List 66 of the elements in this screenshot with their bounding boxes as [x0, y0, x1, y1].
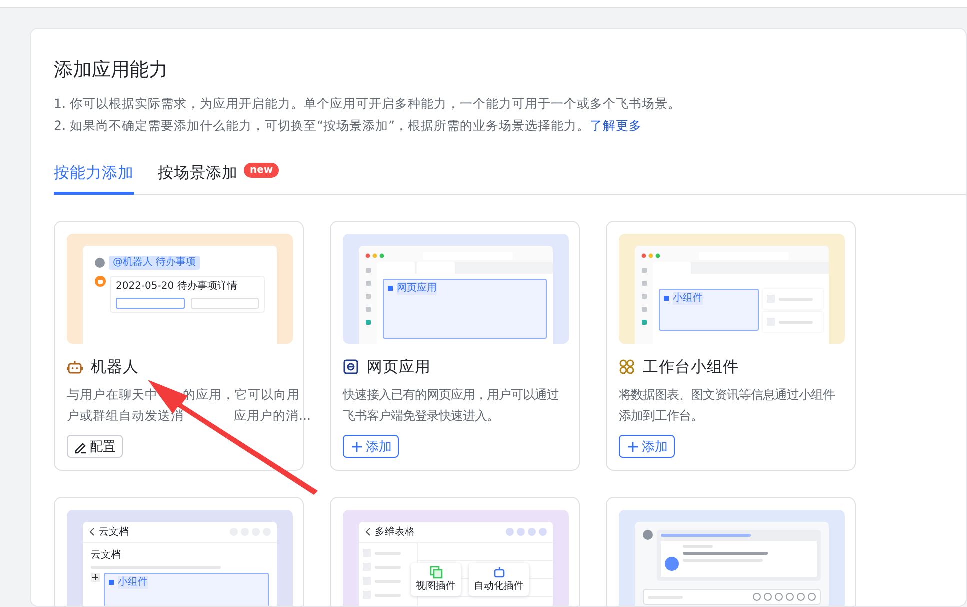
web-page-icon [343, 359, 359, 375]
four-circles-icon [619, 359, 635, 375]
card-description: 应用户的消... [234, 408, 311, 423]
page-title: 添加应用能力 [54, 58, 169, 83]
circle-icon [808, 593, 816, 601]
document-title: 云文档 [99, 526, 129, 538]
circle-icon [506, 528, 514, 536]
back-icon [89, 528, 95, 536]
square-icon [664, 296, 669, 301]
box-label: 小组件 [673, 292, 703, 305]
app-icon [366, 307, 370, 312]
app-icon [642, 268, 646, 273]
new-badge: new [244, 163, 280, 178]
document-heading: 云文档 [91, 549, 122, 562]
robot-icon [492, 566, 506, 579]
plus-icon [626, 440, 640, 454]
message-text: 2022-05-20 待办事项详情 [116, 280, 238, 294]
learn-more-link[interactable]: 了解更多 [590, 118, 642, 133]
card-title: 工作台小组件 [643, 357, 739, 378]
robot-icon [67, 359, 83, 375]
plus-icon [91, 573, 100, 582]
tab[interactable]: 按能力添加 [54, 163, 134, 195]
box-label: 网页应用 [397, 282, 437, 295]
card-description: 将数据图表、图文资讯等信息通过小组件添加到工作台。 [619, 386, 836, 425]
circle-icon [753, 593, 761, 601]
circle-icon [764, 593, 772, 601]
window-dots-icon [365, 253, 387, 259]
card-title: 网页应用 [367, 357, 431, 378]
app-icon [642, 294, 646, 299]
app-icon [642, 281, 646, 286]
circle-icon [528, 528, 536, 536]
view-plugin-icon [430, 566, 442, 579]
app-icon [642, 307, 646, 312]
tab[interactable]: 按场景添加 new [158, 163, 280, 195]
app-icon [366, 268, 370, 273]
circle-icon [539, 528, 547, 536]
square-icon [109, 580, 114, 585]
robot-icon [95, 276, 106, 287]
chip-label: 视图插件 [416, 580, 456, 593]
document-title: 多维表格 [375, 526, 415, 538]
window-dots-icon [641, 253, 663, 259]
circle-icon [786, 593, 794, 601]
app-icon [366, 294, 370, 299]
card-description: 快速接入已有的网页应用，用户可以通过飞书客户端免登录快速进入。 [343, 386, 560, 425]
gradient-graphic [665, 557, 679, 571]
add-button[interactable]: 添加 [343, 435, 399, 458]
circle-icon [517, 528, 525, 536]
square-icon [388, 286, 393, 291]
card-title: 机器人 [91, 357, 139, 378]
avatar-circle [643, 530, 653, 540]
add-button[interactable]: 添加 [619, 435, 675, 458]
box-label: 小组件 [118, 576, 148, 589]
app-icon [366, 320, 370, 325]
circle-icon [775, 593, 783, 601]
chip-label: 自动化插件 [474, 580, 524, 593]
mention-tag: @机器人 待办事项 [109, 256, 200, 270]
configure-button[interactable]: 配置 [67, 435, 123, 458]
plus-icon [350, 440, 364, 454]
circle-icon [797, 593, 805, 601]
app-icon [366, 281, 370, 286]
app-icon [642, 320, 646, 325]
back-icon [365, 528, 371, 536]
instruction-text: 2. 如果尚不确定需要添加什么能力，可切换至“按场景添加”，根据所需的业务场景选择能力。了解更多 [54, 117, 644, 135]
card-description: 与用户在聊天中 [67, 387, 158, 402]
avatar-circle [95, 258, 105, 268]
instruction-text: 1. 你可以根据实际需求，为应用开启能力。单个应用可开启多种能力，一个能力可用于一个或多个飞书场景。 [54, 95, 682, 113]
